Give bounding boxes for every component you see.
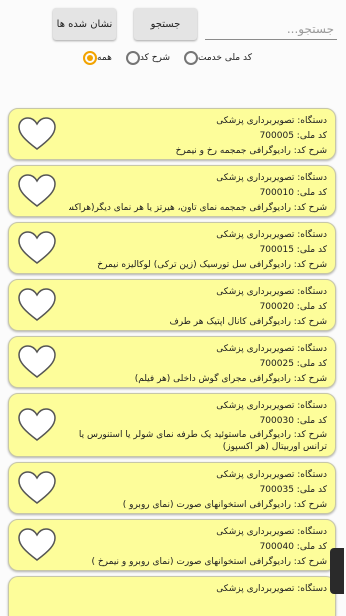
heart-icon[interactable] [17,344,57,380]
code-description: شرح کد: رادیوگرافی ماستوئید یک طرفه نمای… [78,430,327,452]
search-input[interactable] [205,18,337,40]
device-label: دستگاه: تصویربرداری پزشکی [216,584,327,594]
national-code: کد ملی: 700035 [259,485,327,495]
list-item[interactable]: دستگاه: تصویربرداری پزشکی کد ملی: 700005… [8,108,336,160]
device-label: دستگاه: تصویربرداری پزشکی [216,344,327,354]
heart-icon[interactable] [17,173,57,209]
device-label: دستگاه: تصویربرداری پزشکی [216,287,327,297]
heart-icon[interactable] [17,470,57,506]
code-description: شرح کد: رادیوگرافی استخوانهای صورت (نمای… [122,500,327,510]
code-description: شرح کد: رادیوگرافی استخوانهای صورت (نمای… [91,557,327,567]
list-item[interactable]: دستگاه: تصویربرداری پزشکی کد ملی: 700025… [8,336,336,388]
heart-icon[interactable] [17,407,57,443]
radio-checked-icon[interactable] [83,51,98,65]
list-item[interactable]: دستگاه: تصویربرداری پزشکی کد ملی: 700015… [8,222,336,274]
national-code: کد ملی: 700005 [259,131,327,141]
list-item[interactable]: دستگاه: تصویربرداری پزشکی کد ملی: 700035… [8,462,336,514]
device-label: دستگاه: تصویربرداری پزشکی [216,230,327,240]
national-code: کد ملی: 700040 [259,542,327,552]
radio-all[interactable]: همه [83,51,118,65]
scrollbar-thumb[interactable] [330,548,344,594]
list-item[interactable]: دستگاه: تصویربرداری پزشکی [8,576,336,616]
national-code: کد ملی: 700015 [259,245,327,255]
device-label: دستگاه: تصویربرداری پزشکی [216,527,327,537]
radio-label: شرح کد [139,53,171,63]
radio-circle-icon[interactable] [184,51,199,65]
search-button[interactable]: جستجو [134,8,197,40]
radio-code-description[interactable]: شرح کد [125,51,176,65]
heart-icon[interactable] [17,116,57,152]
code-description: شرح کد: رادیوگرافی کانال اپتیک هر طرف [169,317,327,327]
national-code: کد ملی: 700020 [259,302,327,312]
national-code: کد ملی: 700010 [259,188,327,198]
radio-national-code[interactable]: کد ملی خدمت [184,51,258,65]
list-item[interactable]: دستگاه: تصویربرداری پزشکی کد ملی: 700030… [8,393,336,457]
bookmarks-button[interactable]: نشان شده ها [53,8,116,40]
code-description: شرح کد: رادیوگرافی جمجمه نمای تاون، هیرت… [69,203,327,213]
device-label: دستگاه: تصویربرداری پزشکی [216,173,327,183]
code-description: شرح کد: رادیوگرافی سل تورسیک (زین ترکی) … [97,260,327,270]
code-description: شرح کد: رادیوگرافی مجرای گوش داخلی (هر ف… [134,374,327,384]
device-label: دستگاه: تصویربرداری پزشکی [216,401,327,411]
national-code: کد ملی: 700025 [259,359,327,369]
radio-label: کد ملی خدمت [198,53,252,63]
device-label: دستگاه: تصویربرداری پزشکی [216,116,327,126]
top-bar: نشان شده ها جستجو کد ملی خدمت شرح کد همه [0,0,346,100]
device-label: دستگاه: تصویربرداری پزشکی [216,470,327,480]
radio-circle-icon[interactable] [125,51,140,65]
list-item[interactable]: دستگاه: تصویربرداری پزشکی کد ملی: 700020… [8,279,336,331]
heart-icon[interactable] [17,287,57,323]
list-item[interactable]: دستگاه: تصویربرداری پزشکی کد ملی: 700010… [8,165,336,217]
heart-icon[interactable] [17,527,57,563]
filter-radio-group: کد ملی خدمت شرح کد همه [75,48,258,68]
national-code: کد ملی: 700030 [259,416,327,426]
list-item[interactable]: دستگاه: تصویربرداری پزشکی کد ملی: 700040… [8,519,336,571]
radio-label: همه [97,53,112,63]
heart-icon[interactable] [17,230,57,266]
code-description: شرح کد: رادیوگرافی جمجمه رخ و نیمرخ [175,146,327,156]
